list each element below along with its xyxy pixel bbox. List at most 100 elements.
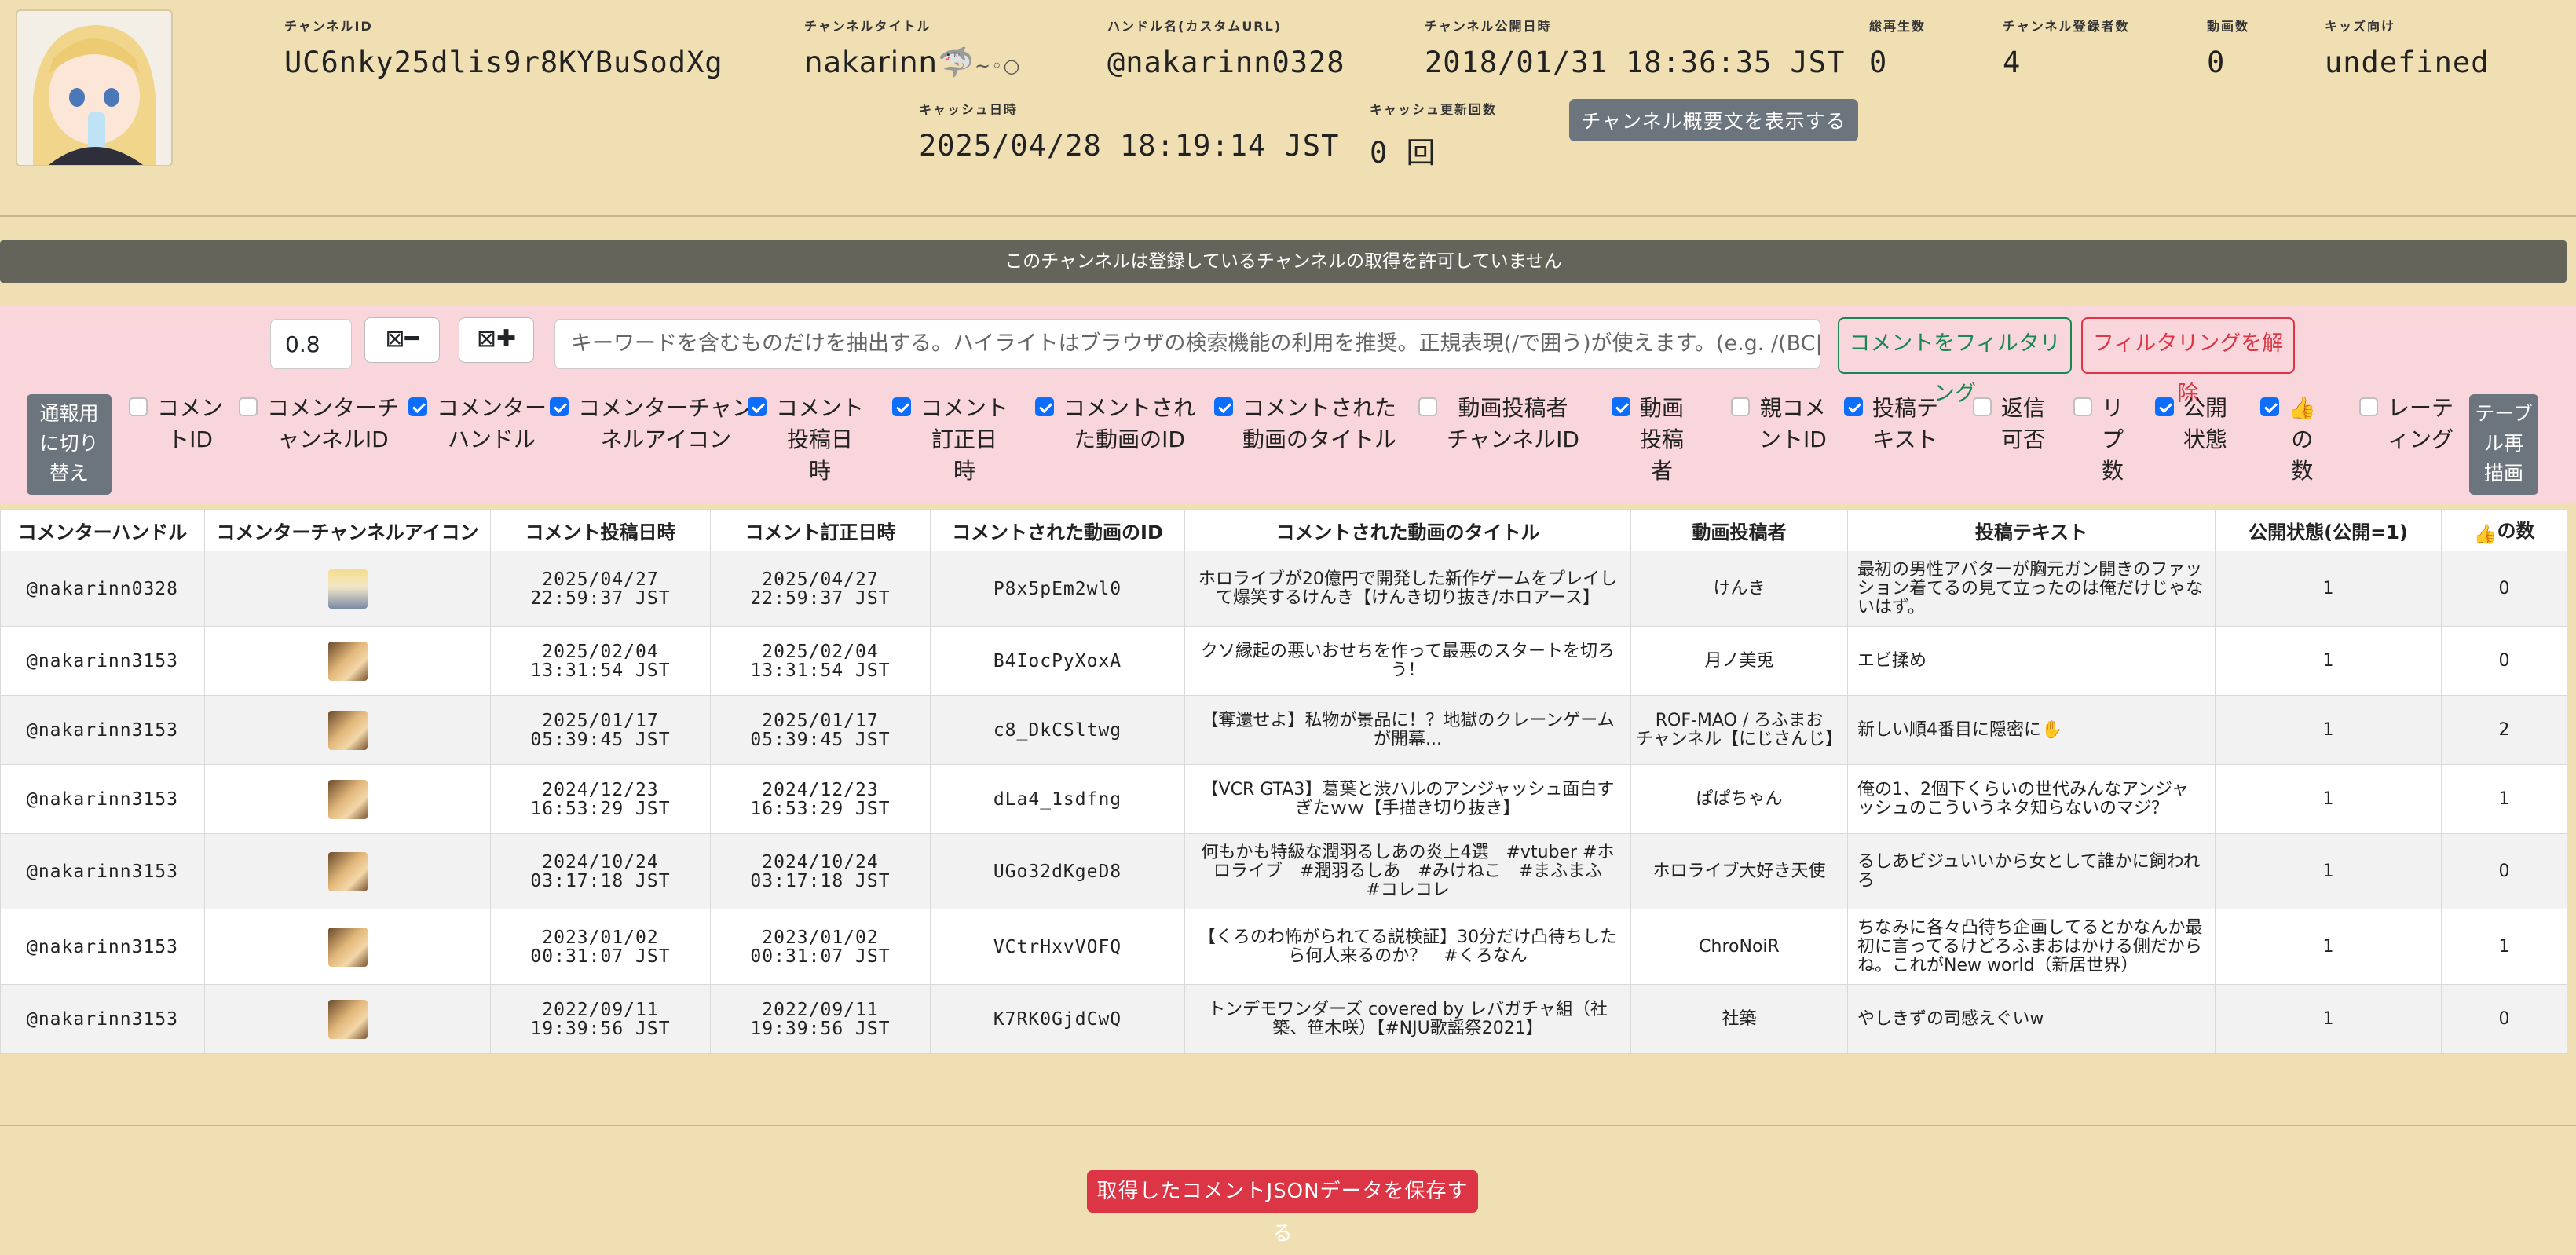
column-checkbox-11[interactable] <box>1844 397 1863 416</box>
column-checkbox-14[interactable] <box>2155 397 2174 416</box>
column-option-15[interactable]: 👍 の 数 <box>2260 393 2316 487</box>
cache-date: 2025/04/28 18:19:14 JST <box>919 129 1340 163</box>
channel-id: UC6nky25dlis9r8KYBuSodXg <box>284 46 723 79</box>
redraw-table-button[interactable]: テーブ ル再 描画 <box>2469 394 2538 495</box>
column-option-9[interactable]: 動画 投稿 者 <box>1612 393 1684 487</box>
cell-text: 俺の1、2個下くらいの世代みんなアンジャッシュのこういうネタ知らないのマジ？ <box>1847 764 2216 834</box>
zoom-in-button[interactable]: ⊠✚ <box>459 317 534 363</box>
column-label-8: 動画投稿者 チャンネルID <box>1447 395 1579 452</box>
cell-text: ちなみに各々凸待ち企画してるとかなんか最初に言ってるけどろふまおはかける側だから… <box>1847 909 2216 985</box>
zoom-out-button[interactable]: ⊠━ <box>364 317 440 363</box>
save-json-button[interactable]: 取得したコメントJSONデータを保存する <box>1087 1170 1478 1246</box>
cell-edited: 2025/04/27 22:59:37 JST <box>710 551 931 627</box>
cell-uploader: ぱぱちゃん <box>1630 764 1848 834</box>
header-commenter-handle[interactable]: コメンターハンドル <box>0 509 205 551</box>
column-option-10[interactable]: 親コメ ントID <box>1731 393 1827 456</box>
cell-video-id: VCtrHxvVOFQ <box>930 909 1185 985</box>
cell-posted: 2022/09/11 19:39:56 JST <box>490 984 711 1054</box>
cell-icon <box>204 909 491 985</box>
filter-panel: 0.8 ⊠━ ⊠✚ キーワードを含むものだけを抽出する。ハイライトはブラウザの検… <box>0 306 2576 503</box>
column-checkbox-13[interactable] <box>2073 397 2092 416</box>
column-label-16: レーテ ィング <box>2388 395 2454 452</box>
divider-top <box>0 215 2576 217</box>
cell-likes: 0 <box>2441 551 2567 627</box>
header-public-state[interactable]: 公開状態(公開=1) <box>2215 509 2442 551</box>
column-checkbox-4[interactable] <box>748 397 767 416</box>
column-option-2[interactable]: コメンター ハンドル <box>408 393 547 456</box>
column-checkbox-0[interactable] <box>129 397 148 416</box>
column-checkbox-15[interactable] <box>2260 397 2279 416</box>
toggle-report-mode-button[interactable]: 通報用 に切り 替え <box>27 394 112 495</box>
channel-title: nakarinn🦈 <box>804 46 975 79</box>
cell-video-id: K7RK0GjdCwQ <box>930 984 1185 1054</box>
header-commenter-icon[interactable]: コメンターチャンネルアイコン <box>204 509 491 551</box>
header-posted-at[interactable]: コメント投稿日時 <box>490 509 711 551</box>
cache-date-label: キャッシュ日時 <box>919 102 1019 117</box>
cache-updates: 0 回 <box>1370 136 1436 170</box>
cell-video-id: dLa4_1sdfng <box>930 764 1185 834</box>
column-option-7[interactable]: コメントされた 動画のタイトル <box>1214 393 1396 456</box>
cell-video-id: UGo32dKgeD8 <box>930 833 1185 909</box>
column-checkbox-7[interactable] <box>1214 397 1233 416</box>
subs-block: チャンネル登録者数 4 <box>2003 16 2130 79</box>
column-option-4[interactable]: コメント 投稿日 時 <box>748 393 864 487</box>
clear-filter-button[interactable]: フィルタリングを解除 <box>2081 317 2295 406</box>
column-option-16[interactable]: レーテ ィング <box>2359 393 2453 456</box>
column-checkbox-8[interactable] <box>1418 397 1437 416</box>
header-video-id[interactable]: コメントされた動画のID <box>930 509 1185 551</box>
column-option-8[interactable]: 動画投稿者 チャンネルID <box>1418 393 1579 456</box>
views-label: 総再生数 <box>1869 19 1927 34</box>
header-video-title[interactable]: コメントされた動画のタイトル <box>1184 509 1631 551</box>
cell-uploader: ホロライブ大好き天使 <box>1630 833 1848 909</box>
cell-video-id: P8x5pEm2wl0 <box>930 551 1185 627</box>
column-checkbox-12[interactable] <box>1973 397 1992 416</box>
column-label-1: コメンターチ ャンネルID <box>267 395 400 452</box>
cell-uploader: 月ノ美兎 <box>1630 626 1848 696</box>
column-option-3[interactable]: コメンターチャン ネルアイコン <box>550 393 754 456</box>
header-post-text[interactable]: 投稿テキスト <box>1847 509 2216 551</box>
channel-handle-block: ハンドル名(カスタムURL) @nakarinn0328 <box>1107 16 1345 79</box>
header-uploader[interactable]: 動画投稿者 <box>1630 509 1848 551</box>
channel-title-suffix: ~◦○ <box>975 55 1021 77</box>
cell-handle: @nakarinn3153 <box>0 833 205 909</box>
column-checkbox-9[interactable] <box>1612 397 1630 416</box>
videos-label: 動画数 <box>2207 19 2250 34</box>
cell-edited: 2025/01/17 05:39:45 JST <box>710 695 931 765</box>
table-row: @nakarinn3153 2023/01/02 00:31:07 JST 2023… <box>0 909 2567 985</box>
column-checkbox-3[interactable] <box>550 397 569 416</box>
channel-handle-label: ハンドル名(カスタムURL) <box>1107 19 1283 34</box>
column-option-1[interactable]: コメンターチ ャンネルID <box>239 393 399 456</box>
column-option-13[interactable]: リ プ 数 <box>2073 393 2124 487</box>
commenter-avatar <box>327 999 368 1039</box>
column-option-6[interactable]: コメントされ た動画のID <box>1035 393 1195 456</box>
column-label-12: 返信 可否 <box>2001 395 2046 452</box>
column-checkbox-6[interactable] <box>1035 397 1054 416</box>
keyword-filter-input[interactable]: キーワードを含むものだけを抽出する。ハイライトはブラウザの検索機能の利用を推奨。… <box>554 319 1820 369</box>
filter-comments-button[interactable]: コメントをフィルタリング <box>1838 317 2072 406</box>
column-option-14[interactable]: 公開 状態 <box>2155 393 2227 456</box>
views-block: 総再生数 0 <box>1869 16 1926 79</box>
header-edited-at[interactable]: コメント訂正日時 <box>710 509 931 551</box>
kids-block: キッズ向け undefined <box>2325 16 2489 79</box>
column-option-12[interactable]: 返信 可否 <box>1973 393 2045 456</box>
table-row: @nakarinn3153 2024/10/24 03:17:18 JST 2024… <box>0 833 2567 909</box>
zoom-input[interactable]: 0.8 <box>270 319 352 369</box>
header-likes[interactable]: 👍の数 <box>2441 509 2567 551</box>
column-option-11[interactable]: 投稿テ キスト <box>1844 393 1938 456</box>
column-checkbox-1[interactable] <box>239 397 258 416</box>
column-checkbox-10[interactable] <box>1731 397 1750 416</box>
column-option-0[interactable]: コメン トID <box>129 393 223 456</box>
cell-text: 新しい順4番目に隠密に✋ <box>1847 695 2216 765</box>
commenter-avatar <box>327 927 368 967</box>
column-option-5[interactable]: コメント 訂正日 時 <box>892 393 1008 487</box>
column-checkbox-16[interactable] <box>2359 397 2378 416</box>
column-checkbox-2[interactable] <box>408 397 427 416</box>
column-checkbox-5[interactable] <box>892 397 911 416</box>
zoom-out-icon: ⊠━ <box>385 325 419 353</box>
cell-video-title: トンデモワンダーズ covered by レバガチャ組（社築、笹木咲）【#NJU… <box>1184 984 1631 1054</box>
cell-uploader: けんき <box>1630 551 1848 627</box>
zoom-in-icon: ⊠✚ <box>476 325 517 353</box>
cell-posted: 2025/04/27 22:59:37 JST <box>490 551 711 627</box>
show-about-button[interactable]: チャンネル概要文を表示する <box>1569 99 1858 141</box>
cache-updates-label: キャッシュ更新回数 <box>1370 102 1498 117</box>
